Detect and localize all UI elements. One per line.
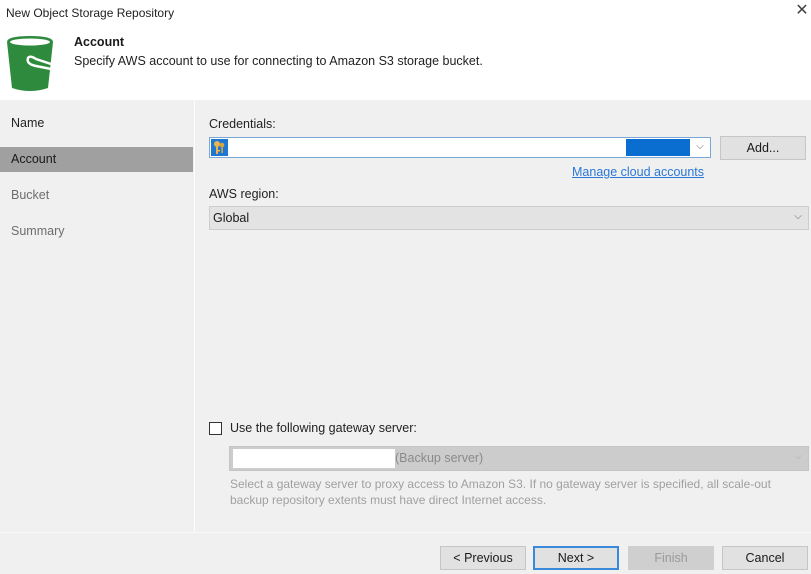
- gateway-server-checkbox[interactable]: [209, 422, 222, 435]
- wizard-footer: < Previous Next > Finish Cancel: [0, 532, 811, 574]
- gateway-help-text: Select a gateway server to proxy access …: [230, 477, 771, 507]
- gateway-server-name: [233, 449, 395, 468]
- aws-region-dropdown[interactable]: Global ⌵: [209, 206, 809, 230]
- step-bucket[interactable]: Bucket: [0, 183, 193, 208]
- next-button[interactable]: Next >: [533, 546, 619, 570]
- dialog-header: New Object Storage Repository ✕ Account …: [0, 0, 811, 100]
- aws-region-label: AWS region:: [209, 187, 279, 201]
- step-summary[interactable]: Summary: [0, 219, 193, 244]
- credentials-label: Credentials:: [209, 117, 276, 131]
- s3-bucket-icon: [7, 36, 60, 91]
- step-name[interactable]: Name: [0, 111, 193, 136]
- finish-button: Finish: [628, 546, 714, 570]
- step-account[interactable]: Account: [0, 147, 193, 172]
- gateway-server-checkbox-label[interactable]: Use the following gateway server:: [230, 421, 417, 435]
- credentials-dropdown[interactable]: ⌵: [209, 137, 711, 158]
- key-icon: [211, 139, 228, 156]
- chevron-down-icon[interactable]: ⌵: [791, 211, 805, 225]
- step-content: Credentials: ⌵ Add... Manage cloud accou…: [195, 100, 811, 532]
- cancel-button[interactable]: Cancel: [722, 546, 808, 570]
- wizard-steps: Name Account Bucket Summary: [0, 100, 195, 532]
- close-icon[interactable]: ✕: [795, 3, 809, 19]
- gateway-server-dropdown: (Backup server) ⌵: [229, 446, 809, 471]
- manage-cloud-accounts-link[interactable]: Manage cloud accounts: [572, 165, 704, 179]
- step-title: Account: [74, 35, 124, 49]
- step-description: Specify AWS account to use for connectin…: [74, 54, 483, 68]
- gateway-server-suffix: (Backup server): [395, 451, 484, 465]
- selection-highlight: [626, 139, 690, 156]
- chevron-down-icon[interactable]: ⌵: [693, 141, 707, 155]
- chevron-down-icon: ⌵: [794, 451, 802, 462]
- previous-button[interactable]: < Previous: [440, 546, 526, 570]
- aws-region-value: Global: [213, 211, 250, 225]
- window-title: New Object Storage Repository: [6, 6, 175, 20]
- add-credentials-button[interactable]: Add...: [720, 136, 806, 160]
